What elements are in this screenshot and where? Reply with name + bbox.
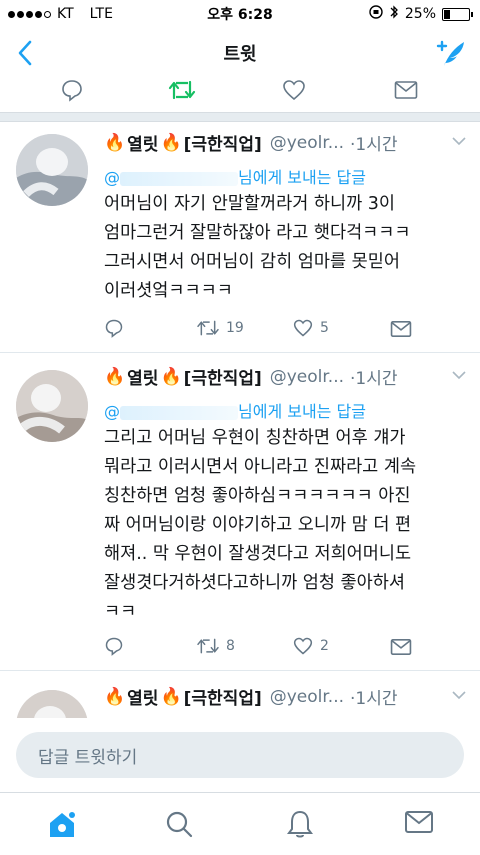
display-name-tag: [극한직업] [183, 689, 262, 709]
like-button[interactable]: 2 [292, 636, 329, 656]
reply-context: @ 님에게 보내는 답글 [104, 402, 366, 421]
like-count: 2 [320, 638, 329, 654]
fire-icon: 🔥 [104, 366, 126, 387]
tweet-text: 그리고 어머님 우현이 칭찬하면 어후 걔가 뭐라고 이러시면서 아니라고 진짜… [104, 428, 417, 622]
tweet-header: 🔥 열릿 🔥 [극한직업] @yeolr... ·1시간 [104, 684, 398, 710]
reply-context: @ 님에게 보내는 답글 [104, 168, 366, 187]
tab-bar [0, 792, 480, 855]
compose-icon[interactable] [432, 36, 468, 70]
top-action-row [0, 72, 480, 110]
tweet-card[interactable]: 🔥 열릿 🔥 [극한직업] @yeolr... ·1시간 @ 님에게 보내는 답글… [0, 130, 480, 352]
dm-icon[interactable] [394, 80, 418, 100]
handle[interactable]: @yeolr... [270, 687, 344, 707]
fire-icon: 🔥 [104, 686, 126, 707]
reply-icon[interactable] [104, 318, 124, 338]
chevron-down-icon[interactable] [452, 136, 466, 146]
battery-percent: 25% [404, 6, 436, 22]
tweet-card[interactable]: 🔥 열릿 🔥 [극한직업] @yeolr... ·1시간 [0, 684, 480, 718]
avatar[interactable] [16, 690, 88, 718]
divider [0, 112, 480, 122]
tweet-actions: 8 2 [0, 632, 480, 670]
tweet-header: 🔥 열릿 🔥 [극한직업] @yeolr... ·1시간 [104, 130, 398, 156]
home-icon[interactable] [46, 809, 78, 843]
status-bar: KT LTE 오후 6:28 25% [0, 0, 480, 28]
like-count: 5 [320, 320, 329, 336]
tweet-card[interactable]: 🔥 열릿 🔥 [극한직업] @yeolr... ·1시간 @ 님에게 보내는 답글… [0, 364, 480, 670]
separator [0, 670, 480, 671]
reply-input[interactable]: 답글 트윗하기 [16, 732, 464, 778]
timestamp: ·1시간 [350, 135, 398, 155]
notifications-icon[interactable] [286, 809, 314, 843]
retweet-icon [197, 638, 219, 654]
like-icon [293, 319, 313, 337]
separator [0, 352, 480, 353]
back-icon[interactable] [14, 38, 38, 68]
battery-icon [442, 7, 473, 21]
avatar[interactable] [16, 134, 88, 206]
nav-bar: 트윗 [0, 28, 480, 78]
retweet-icon[interactable] [168, 78, 196, 102]
bluetooth-icon [389, 5, 399, 23]
handle[interactable]: @yeolr... [270, 367, 344, 387]
like-icon [293, 637, 313, 655]
reply-icon[interactable] [104, 636, 124, 656]
like-button[interactable]: 5 [292, 318, 329, 338]
retweet-button[interactable]: 8 [196, 636, 235, 656]
timestamp: ·1시간 [350, 689, 398, 709]
reply-placeholder: 답글 트윗하기 [38, 747, 138, 768]
dm-icon[interactable] [390, 638, 412, 656]
retweet-button[interactable]: 19 [196, 318, 244, 338]
fire-icon: 🔥 [104, 132, 126, 153]
retweet-count: 19 [226, 320, 244, 336]
chevron-down-icon[interactable] [452, 690, 466, 700]
fire-icon: 🔥 [160, 366, 182, 387]
display-name[interactable]: 열릿 [127, 684, 158, 709]
tweet-text: 어머님이 자기 안말할꺼라거 하니까 3이 엄마그런거 잘말하잖아 라고 햇다걱… [104, 194, 411, 301]
like-icon[interactable] [282, 78, 306, 102]
timestamp: ·1시간 [350, 369, 398, 389]
retweet-icon [197, 320, 219, 336]
handle[interactable]: @yeolr... [270, 133, 344, 153]
fire-icon: 🔥 [160, 132, 182, 153]
avatar[interactable] [16, 370, 88, 442]
search-icon[interactable] [164, 809, 194, 843]
dm-icon[interactable] [390, 320, 412, 338]
reply-icon[interactable] [60, 78, 84, 102]
display-name[interactable]: 열릿 [127, 130, 158, 155]
tweet-actions: 19 5 [0, 314, 480, 352]
fire-icon: 🔥 [160, 686, 182, 707]
display-name-tag: [극한직업] [183, 135, 262, 155]
chevron-down-icon[interactable] [452, 370, 466, 380]
messages-icon[interactable] [404, 809, 434, 839]
page-title: 트윗 [223, 44, 257, 65]
retweet-count: 8 [226, 638, 235, 654]
orientation-lock-icon [369, 5, 383, 23]
tweet-header: 🔥 열릿 🔥 [극한직업] @yeolr... ·1시간 [104, 364, 398, 390]
display-name[interactable]: 열릿 [127, 364, 158, 389]
display-name-tag: [극한직업] [183, 369, 262, 389]
